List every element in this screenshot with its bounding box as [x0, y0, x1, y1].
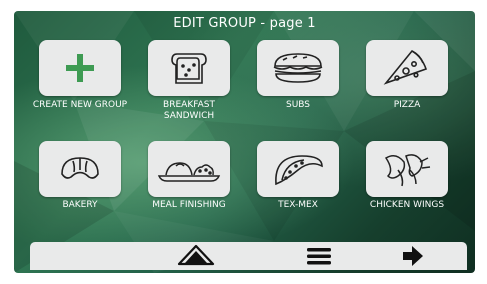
- chicken-wings-icon: [384, 154, 431, 187]
- home-icon: [177, 244, 215, 266]
- menu-button[interactable]: [289, 242, 349, 270]
- bottom-navigation-bar: [30, 242, 467, 270]
- group-label: MEAL FINISHING: [152, 200, 226, 210]
- page-title: EDIT GROUP - page 1: [173, 16, 316, 31]
- group-label: CREATE NEW GROUP: [32, 100, 128, 110]
- croissant-icon: [61, 157, 99, 179]
- group-tile-breakfast-sandwich[interactable]: [148, 40, 230, 96]
- group-label: PIZZA: [393, 100, 421, 110]
- plus-icon: [66, 54, 94, 82]
- group-tile-bakery[interactable]: [39, 141, 121, 197]
- group-label: SUBS: [285, 100, 311, 110]
- create-new-group-button[interactable]: [39, 40, 121, 96]
- pizza-slice-icon: [383, 49, 428, 85]
- touch-screen: EDIT GROUP - page 1 CREATE NEW GROUP BRE…: [14, 11, 475, 273]
- sub-sandwich-icon: [273, 53, 323, 83]
- group-label: CHICKEN WINGS: [369, 200, 445, 210]
- home-button[interactable]: [166, 242, 226, 270]
- next-page-button[interactable]: [383, 242, 443, 270]
- group-tile-chicken-wings[interactable]: [366, 141, 448, 197]
- arrow-right-icon: [403, 246, 423, 266]
- plated-meal-icon: [157, 162, 221, 182]
- group-label: BREAKFAST SANDWICH: [163, 100, 215, 121]
- menu-icon: [307, 248, 331, 265]
- taco-icon: [275, 155, 323, 186]
- group-tile-meal-finishing[interactable]: [148, 141, 230, 197]
- group-tile-subs[interactable]: [257, 40, 339, 96]
- group-tile-tex-mex[interactable]: [257, 141, 339, 197]
- group-tile-pizza[interactable]: [366, 40, 448, 96]
- group-label: TEX-MEX: [278, 200, 318, 210]
- sandwich-icon: [171, 53, 207, 84]
- device-frame: EDIT GROUP - page 1 CREATE NEW GROUP BRE…: [0, 0, 487, 284]
- group-label: BAKERY: [62, 200, 98, 210]
